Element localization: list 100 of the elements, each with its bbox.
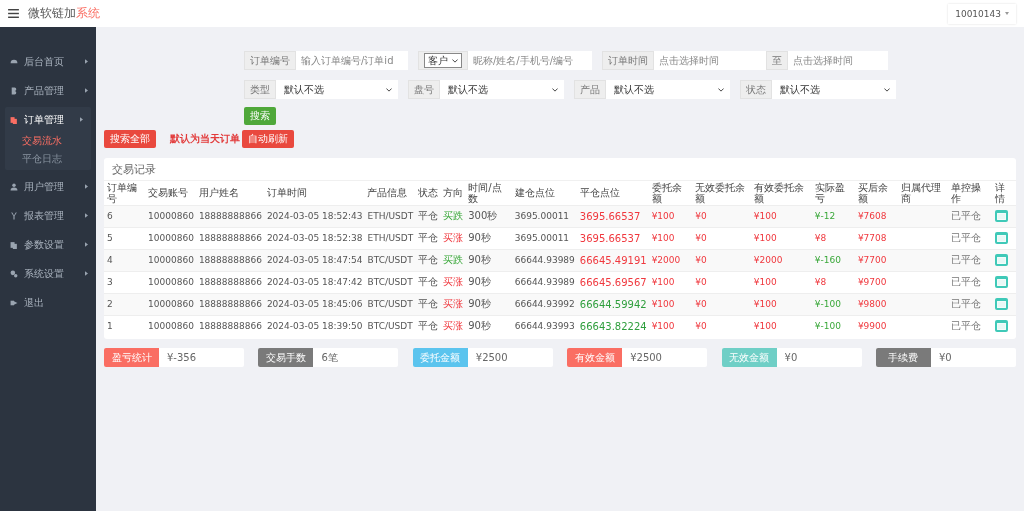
table-cell: 平仓 — [415, 293, 441, 315]
input-field[interactable]: 输入订单编号/订单id — [296, 51, 408, 70]
table-cell: ETH/USDT — [364, 205, 416, 227]
table-cell: 66644.59942 — [576, 293, 649, 315]
column-header: 产品信息 — [364, 181, 416, 205]
user-icon — [10, 182, 18, 191]
detail-button[interactable] — [994, 320, 1008, 333]
customer-type-select[interactable]: 客户 — [424, 53, 462, 68]
sidebar-item[interactable]: 后台首页 — [0, 49, 96, 74]
stat-value: ¥-356 — [166, 351, 197, 365]
table-cell: 2 — [104, 293, 146, 315]
detail-button[interactable] — [994, 232, 1008, 244]
table-cell: 平仓 — [415, 249, 441, 271]
gauge-icon — [10, 57, 18, 66]
column-header: 详情 — [991, 181, 1016, 205]
sidebar-item[interactable]: 订单管理 — [5, 107, 91, 132]
field-label: 订单时间 — [602, 51, 654, 70]
column-header: 无效委托余额 — [692, 181, 751, 205]
table-cell: 平仓 — [415, 205, 441, 227]
table-cell: 10000860 — [145, 249, 196, 271]
table-cell: 66643.82224 — [576, 315, 649, 337]
gears-icon — [10, 269, 18, 278]
card-icon — [996, 300, 1006, 308]
stat-value: 6笔 — [320, 350, 338, 365]
sidebar-item[interactable]: 用户管理 — [0, 174, 96, 199]
filter-select[interactable]: 默认不选 — [276, 80, 398, 99]
sidebar-item[interactable]: 退出 — [0, 290, 96, 315]
input-field[interactable]: 昵称/姓名/手机号/编号 — [468, 51, 592, 70]
sidebar-subitem[interactable]: 交易流水 — [5, 132, 91, 150]
table-cell: ¥7608 — [854, 205, 899, 227]
table-cell: 2024-03-05 18:39:50 — [263, 315, 365, 337]
table-cell: 10000860 — [145, 293, 196, 315]
table-cell: ¥0 — [692, 293, 751, 315]
table-cell: 18888888866 — [195, 293, 264, 315]
column-header: 建仓点位 — [511, 181, 577, 205]
column-header: 订单时间 — [263, 181, 365, 205]
stat-label: 交易手数 — [258, 348, 314, 367]
table-cell: ¥9900 — [854, 315, 899, 337]
filter-select[interactable]: 默认不选 — [772, 80, 896, 99]
table-cell: ¥7700 — [854, 249, 899, 271]
default-note: 默认为当天订单 — [170, 132, 240, 146]
table-cell: ¥100 — [750, 293, 812, 315]
table-cell: 18888888866 — [195, 249, 264, 271]
detail-button[interactable] — [994, 254, 1008, 266]
card-icon — [996, 256, 1006, 264]
table-cell: ¥100 — [648, 293, 693, 315]
menu-icon[interactable] — [8, 9, 19, 18]
detail-button[interactable] — [994, 276, 1008, 288]
sidebar-subitem[interactable]: 平仓日志 — [5, 150, 91, 168]
column-header: 平仓点位 — [576, 181, 649, 205]
caret-icon — [85, 184, 88, 189]
table-cell: 已平仓 — [948, 293, 992, 315]
search-all-button[interactable]: 搜索全部 — [104, 130, 156, 148]
stat-label: 委托金额 — [412, 348, 468, 367]
stat-value: ¥0 — [937, 351, 952, 365]
caret-icon — [85, 59, 88, 64]
input-field[interactable]: 点击选择时间 — [654, 51, 766, 70]
card-icon — [996, 278, 1006, 286]
table-cell: 6 — [104, 205, 146, 227]
app-title: 微软链加系统 — [28, 5, 100, 22]
caret-icon — [85, 271, 88, 276]
table-cell: BTC/USDT — [364, 315, 416, 337]
table-cell: 1 — [104, 315, 146, 337]
chevron-down-icon — [552, 87, 558, 92]
sidebar-item[interactable]: 报表管理 — [0, 203, 96, 228]
detail-button[interactable] — [994, 210, 1008, 222]
filter-select[interactable]: 默认不选 — [440, 80, 564, 99]
sidebar-item[interactable]: 产品管理 — [0, 78, 96, 103]
table-cell: 10000860 — [145, 205, 196, 227]
table-cell: ¥-100 — [811, 315, 855, 337]
table-cell: ¥-160 — [811, 249, 855, 271]
table-cell: ¥0 — [692, 249, 751, 271]
table-cell: ¥-12 — [811, 205, 855, 227]
input-field[interactable]: 点击选择时间 — [788, 51, 888, 70]
table-cell: 66644.93989 — [511, 249, 577, 271]
chevron-down-icon — [718, 87, 724, 92]
table-title: 交易记录 — [104, 158, 1016, 181]
auto-refresh-button[interactable]: 自动刷新 — [242, 130, 294, 148]
stat-value: ¥2500 — [474, 351, 508, 365]
caret-icon — [85, 242, 88, 247]
table-cell: ¥100 — [648, 205, 693, 227]
card-icon — [996, 322, 1006, 330]
filter-select[interactable]: 默认不选 — [606, 80, 730, 99]
table-cell: ¥0 — [692, 205, 751, 227]
table-cell: 3695.00011 — [511, 205, 577, 227]
field-label: 产品 — [574, 80, 606, 99]
table-cell: ¥9800 — [854, 293, 899, 315]
table-cell: 买跌 — [440, 205, 466, 227]
user-menu[interactable]: 10010143 — [948, 3, 1016, 24]
detail-button[interactable] — [994, 298, 1008, 310]
bitcoin-icon — [10, 86, 18, 95]
table-cell: BTC/USDT — [364, 293, 416, 315]
column-header: 状态 — [415, 181, 441, 205]
sidebar-item[interactable]: 参数设置 — [0, 232, 96, 257]
stat-label: 有效金额 — [567, 348, 623, 367]
table-cell: 平仓 — [415, 315, 441, 337]
table-cell: 66645.49191 — [576, 249, 649, 271]
table-cell: 18888888866 — [195, 315, 264, 337]
column-header: 归属代理商 — [898, 181, 949, 205]
sidebar-item[interactable]: 系统设置 — [0, 261, 96, 286]
